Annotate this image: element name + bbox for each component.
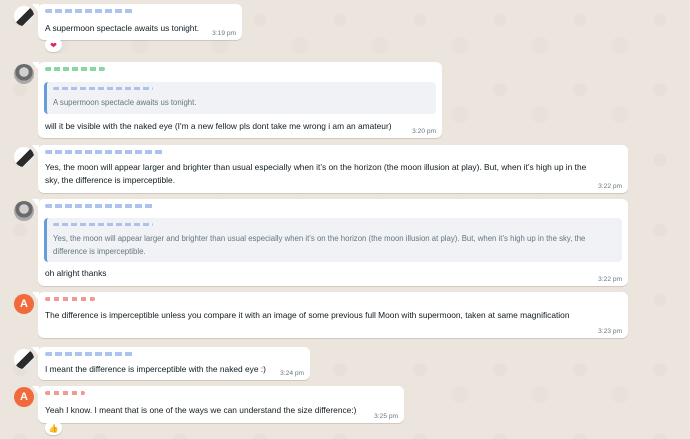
message-text: The difference is imperceptible unless y… xyxy=(45,310,570,320)
message-time: 3:23 pm xyxy=(598,328,622,335)
quoted-text-line-1: Yes, the moon will appear larger and bri… xyxy=(53,234,586,243)
sender-name-redacted xyxy=(45,204,155,208)
message-time: 3:19 pm xyxy=(212,30,236,37)
message-text: I meant the difference is imperceptible … xyxy=(45,364,266,374)
message-time: 3:22 pm xyxy=(598,183,622,190)
message-bubble[interactable]: Yes, the moon will appear larger and bri… xyxy=(32,199,628,286)
message-time: 3:22 pm xyxy=(598,276,622,283)
message-time: 3:25 pm xyxy=(374,413,398,420)
message-bubble[interactable]: I meant the difference is imperceptible … xyxy=(32,347,310,380)
sender-name-redacted xyxy=(45,391,85,395)
thumbs-up-reaction-icon[interactable]: 👍 xyxy=(45,421,62,435)
quoted-text-line-2: difference is imperceptible. xyxy=(53,247,146,256)
sender-name-redacted xyxy=(45,297,95,301)
message-text: will it be visible with the naked eye (I… xyxy=(45,121,392,131)
message-bubble[interactable]: The difference is imperceptible unless y… xyxy=(32,292,628,338)
avatar[interactable] xyxy=(14,6,34,26)
avatar[interactable] xyxy=(14,147,34,167)
quoted-message[interactable]: A supermoon spectacle awaits us tonight. xyxy=(44,82,436,114)
quoted-sender-redacted xyxy=(53,87,153,90)
sender-name-redacted xyxy=(45,352,135,356)
message-time: 3:24 pm xyxy=(280,370,304,377)
message-text: A supermoon spectacle awaits us tonight. xyxy=(45,23,200,33)
sender-name-redacted xyxy=(45,9,135,13)
quoted-message[interactable]: Yes, the moon will appear larger and bri… xyxy=(44,218,622,262)
message-text-line-2: sky, the difference is imperceptible. xyxy=(45,175,176,185)
heart-reaction-icon[interactable]: ❤ xyxy=(45,38,62,52)
avatar[interactable] xyxy=(14,349,34,369)
avatar[interactable]: A xyxy=(14,387,34,407)
message-text: oh alright thanks xyxy=(45,268,107,278)
quoted-text: A supermoon spectacle awaits us tonight. xyxy=(53,98,197,107)
message-bubble[interactable]: A supermoon spectacle awaits us tonight.… xyxy=(32,4,242,40)
avatar[interactable] xyxy=(14,201,34,221)
message-bubble[interactable]: Yeah I know. I meant that is one of the … xyxy=(32,386,404,423)
avatar[interactable]: A xyxy=(14,294,34,314)
avatar[interactable] xyxy=(14,64,34,84)
quoted-sender-redacted xyxy=(53,223,153,226)
message-text-line-1: Yes, the moon will appear larger and bri… xyxy=(45,162,587,172)
sender-name-redacted xyxy=(45,150,165,154)
sender-name-redacted xyxy=(45,67,105,71)
message-bubble[interactable]: Yes, the moon will appear larger and bri… xyxy=(32,145,628,193)
message-time: 3:20 pm xyxy=(412,128,436,135)
message-text: Yeah I know. I meant that is one of the … xyxy=(45,405,357,415)
message-bubble[interactable]: A supermoon spectacle awaits us tonight.… xyxy=(32,62,442,138)
